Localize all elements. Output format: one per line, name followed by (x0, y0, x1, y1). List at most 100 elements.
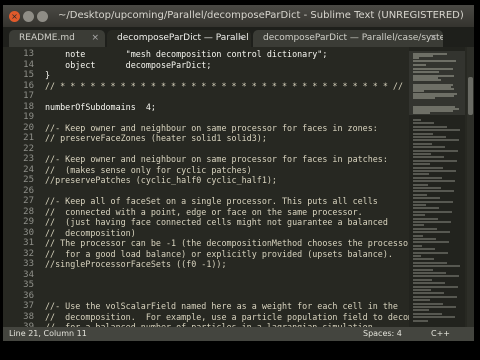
minimap-line (413, 221, 451, 223)
minimap-line (413, 217, 438, 220)
minimap-line (413, 261, 447, 264)
cursor-position: Line 21, Column 11 (9, 329, 87, 338)
tab-decomposepardict-parallel[interactable]: decomposeParDict — Parallel × (107, 30, 251, 47)
code-view[interactable]: note "mesh decomposition control diction… (45, 47, 433, 341)
minimap-line (413, 214, 425, 217)
code-line[interactable]: // preserveFaceZones (heater solid1 soli… (45, 133, 267, 144)
line-number: 32 (23, 248, 34, 259)
minimap-line (413, 187, 441, 189)
code-line[interactable]: // (makes sense only for cyclic patches) (45, 165, 252, 176)
minimap-line (413, 200, 453, 203)
code-line[interactable]: // (just having face connected cells mig… (45, 217, 388, 228)
minimap-line (413, 79, 441, 82)
minimap-line (413, 173, 429, 176)
indentation-setting[interactable]: Spaces: 4 (363, 327, 402, 341)
minimap-line (413, 306, 456, 308)
tab-close-icon[interactable]: × (237, 30, 245, 47)
minimap-line (413, 255, 421, 257)
minimap-line (413, 244, 422, 247)
line-number: 31 (23, 238, 34, 248)
tab-readme[interactable]: README.md × (9, 30, 105, 47)
minimap-line (413, 309, 429, 312)
line-number: 33 (23, 259, 34, 269)
code-line[interactable]: numberOfSubdomains 4; (45, 102, 156, 113)
minimap-line (413, 193, 427, 196)
line-number: 37 (23, 301, 34, 311)
line-number: 17 (23, 91, 34, 101)
line-number: 13 (23, 49, 34, 59)
minimap-line (413, 142, 432, 145)
minimap-line (413, 238, 436, 240)
minimap-line (413, 299, 430, 302)
minimap-line (413, 59, 456, 62)
minimize-window-button[interactable] (23, 11, 34, 22)
minimap-line (413, 231, 450, 234)
code-line[interactable]: // decomposition. For example, use a par… (45, 312, 433, 323)
minimap-line (413, 170, 456, 172)
close-window-button[interactable]: × (9, 11, 20, 22)
code-line[interactable]: //- Keep owner and neighbour on same pro… (45, 123, 378, 134)
window-title: ~/Desktop/upcoming/Parallel/decomposePar… (58, 10, 464, 21)
title-bar[interactable]: × ~/Desktop/upcoming/Parallel/decomposeP… (3, 5, 474, 27)
minimap-line (413, 295, 457, 298)
minimap-line (413, 224, 424, 227)
line-number: 14 (23, 59, 34, 70)
line-number: 30 (23, 227, 34, 238)
minimap-line (413, 163, 430, 166)
code-line[interactable]: // decomposition) (45, 228, 136, 239)
minimap-line (413, 278, 432, 281)
maximize-window-button[interactable] (37, 11, 48, 22)
syntax-selector[interactable]: C++ (431, 327, 450, 341)
vertical-scrollbar[interactable] (467, 47, 474, 327)
tab-label: decomposeParDict — Parallel/case/system (263, 33, 443, 43)
scrollbar-thumb[interactable] (468, 77, 473, 115)
minimap-line (413, 125, 447, 128)
line-number: 38 (23, 311, 34, 322)
minimap-line (413, 319, 428, 322)
line-number: 27 (23, 196, 34, 206)
line-number: 18 (23, 101, 34, 112)
code-line[interactable]: //- Keep all of faceSet on a single proc… (45, 196, 378, 207)
line-number: 35 (23, 280, 34, 290)
line-number: 22 (23, 143, 34, 154)
code-line[interactable]: //singleProcessorFaceSets ((f0 -1)); (45, 259, 227, 270)
minimap-line (413, 312, 442, 315)
code-line[interactable]: //- Keep owner and neighbour on same pro… (45, 154, 388, 165)
minimap-line (413, 136, 446, 138)
code-line[interactable]: // connected with a point, edge or face … (45, 207, 363, 218)
line-number: 26 (23, 185, 34, 196)
minimap-line (413, 156, 444, 159)
code-line[interactable]: //preservePatches (cyclic_half0 cyclic_h… (45, 175, 277, 186)
minimap-line (413, 289, 431, 291)
minimap-line (413, 132, 433, 135)
editor-area[interactable]: 13 14 15 16 17 18 19 20 21 22 23 24 25 26 27 28 29 30 31 32… (3, 47, 474, 341)
status-bar: Line 21, Column 11 Spaces: 4 C++ (3, 327, 474, 341)
minimap-line (413, 129, 460, 132)
tab-bar: README.md × decomposeParDict — Parallel … (3, 27, 474, 47)
code-line[interactable]: // * * * * * * * * * * * * * * * * * * *… (45, 81, 403, 92)
code-line[interactable]: note "mesh decomposition control diction… (45, 49, 327, 60)
minimap-line (413, 248, 435, 251)
minimap-line (413, 268, 433, 271)
minimap-line (413, 122, 434, 125)
minimap-line (413, 316, 455, 319)
minimap-line (413, 64, 427, 66)
code-line[interactable]: // The processor can be -1 (the decompos… (45, 238, 413, 249)
tab-label: README.md (19, 33, 75, 43)
line-number: 23 (23, 154, 34, 164)
minimap-line (413, 70, 440, 73)
tab-close-icon[interactable]: × (91, 30, 99, 47)
code-line[interactable]: //- Use the volScalarField named here as… (45, 301, 398, 312)
minimap-line (413, 146, 445, 149)
code-line[interactable]: } (45, 70, 50, 81)
tab-close-icon[interactable]: × (429, 30, 437, 47)
code-line[interactable]: // for a good load balance) or explicitl… (45, 249, 393, 260)
minimap-line (413, 190, 454, 193)
minimap-line (413, 207, 439, 210)
code-line[interactable]: object decomposeParDict; (45, 60, 211, 71)
minimap-line (413, 302, 443, 305)
line-number: 36 (23, 290, 34, 301)
minimap[interactable] (409, 47, 465, 327)
minimap-line (413, 265, 460, 268)
tab-decomposepardict-case-system[interactable]: decomposeParDict — Parallel/case/system … (253, 30, 443, 47)
